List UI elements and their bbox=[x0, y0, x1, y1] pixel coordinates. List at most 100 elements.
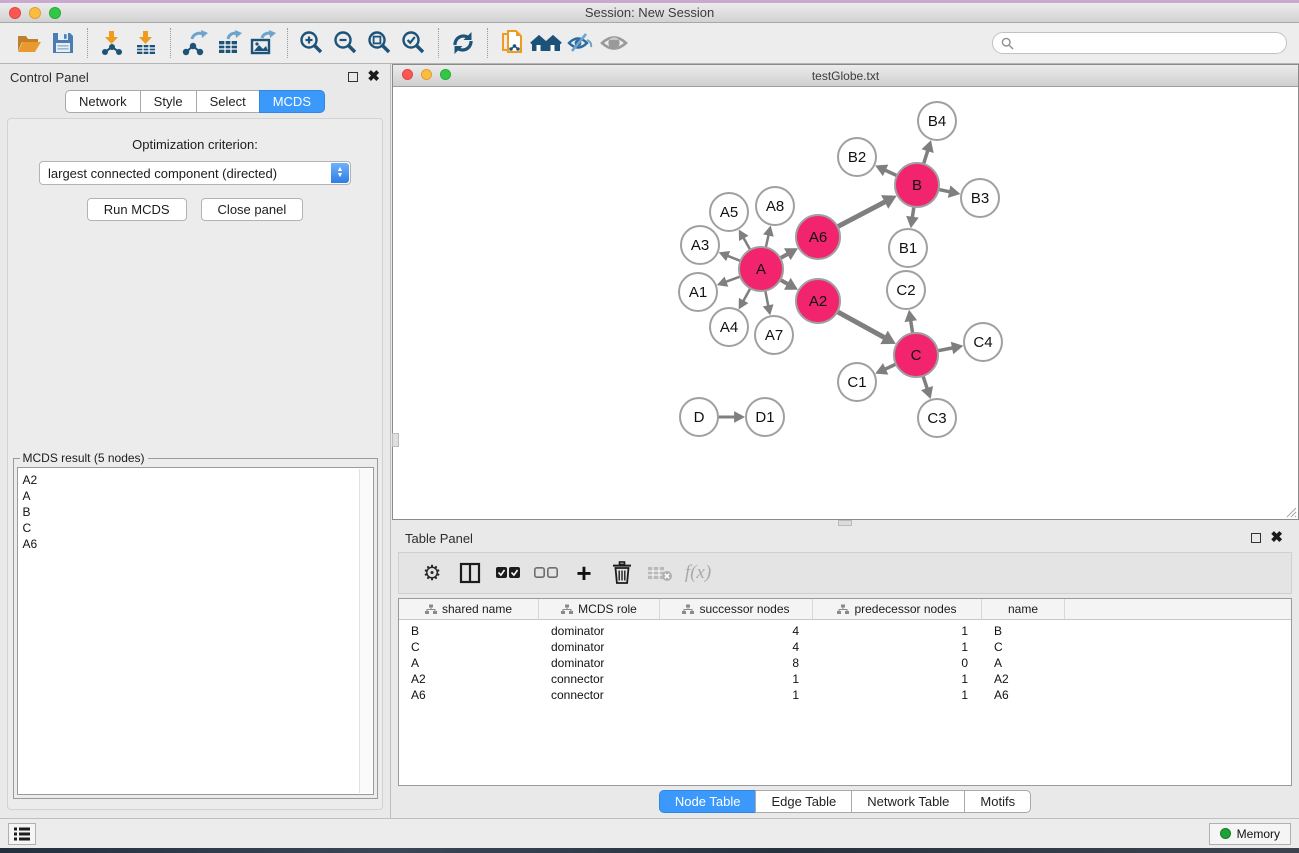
table-cell[interactable]: 1 bbox=[660, 687, 813, 703]
horizontal-splitter[interactable] bbox=[391, 520, 1299, 526]
table-cell[interactable]: connector bbox=[539, 687, 660, 703]
network-graph[interactable]: AA1A2A3A4A5A6A7A8BB1B2B3B4CC1C2C3C4DD1 bbox=[393, 87, 1286, 518]
network-canvas[interactable]: AA1A2A3A4A5A6A7A8BB1B2B3B4CC1C2C3C4DD1 bbox=[393, 87, 1298, 519]
column-header-name[interactable]: name bbox=[982, 599, 1065, 619]
result-item[interactable]: C bbox=[23, 520, 355, 536]
column-header-successor-nodes[interactable]: successor nodes bbox=[660, 599, 813, 619]
zoom-fit-button[interactable] bbox=[363, 27, 397, 59]
table-cell[interactable]: dominator bbox=[539, 655, 660, 671]
save-session-button[interactable] bbox=[46, 27, 80, 59]
delete-column-button[interactable] bbox=[603, 556, 641, 590]
import-network-button[interactable] bbox=[95, 27, 129, 59]
tab-style[interactable]: Style bbox=[140, 90, 197, 113]
table-cell[interactable]: 1 bbox=[813, 623, 982, 639]
table-cell[interactable]: B bbox=[982, 623, 1065, 639]
minimize-network-window-button[interactable] bbox=[421, 69, 432, 80]
home-view-button[interactable] bbox=[529, 27, 563, 59]
table-cell[interactable]: 8 bbox=[660, 655, 813, 671]
export-network-button[interactable] bbox=[178, 27, 212, 59]
table-cell[interactable]: 4 bbox=[660, 639, 813, 655]
result-item[interactable]: A6 bbox=[23, 536, 355, 552]
table-row[interactable]: A6connector11A6 bbox=[399, 687, 1291, 703]
table-cell[interactable]: 0 bbox=[813, 655, 982, 671]
table-cell[interactable]: B bbox=[399, 623, 539, 639]
table-cell[interactable]: dominator bbox=[539, 623, 660, 639]
close-panel-icon[interactable]: ✖ bbox=[367, 72, 380, 82]
table-cell[interactable]: A2 bbox=[399, 671, 539, 687]
table-cell[interactable]: 1 bbox=[813, 687, 982, 703]
memory-button[interactable]: Memory bbox=[1209, 823, 1291, 845]
result-item[interactable]: A2 bbox=[23, 472, 355, 488]
function-builder-button[interactable]: f(x) bbox=[679, 556, 717, 590]
vertical-splitter-handle[interactable] bbox=[392, 433, 399, 447]
tab-mcds[interactable]: MCDS bbox=[259, 90, 325, 113]
graph-edge-A2-C[interactable] bbox=[836, 311, 886, 339]
table-cell[interactable]: A bbox=[982, 655, 1065, 671]
table-cell[interactable]: 1 bbox=[813, 671, 982, 687]
import-table-button[interactable] bbox=[129, 27, 163, 59]
birds-eye-button[interactable] bbox=[597, 27, 631, 59]
maximize-network-window-button[interactable] bbox=[440, 69, 451, 80]
table-cell[interactable]: dominator bbox=[539, 639, 660, 655]
delete-table-button[interactable] bbox=[641, 556, 679, 590]
tab-network[interactable]: Network bbox=[65, 90, 141, 113]
create-column-button[interactable]: + bbox=[565, 556, 603, 590]
table-cell[interactable]: A6 bbox=[982, 687, 1065, 703]
float-panel-icon[interactable] bbox=[348, 72, 358, 82]
table-row[interactable]: Cdominator41C bbox=[399, 639, 1291, 655]
table-cell[interactable]: 4 bbox=[660, 623, 813, 639]
tab-network-table[interactable]: Network Table bbox=[851, 790, 965, 813]
table-row[interactable]: Adominator80A bbox=[399, 655, 1291, 671]
float-table-panel-icon[interactable] bbox=[1251, 533, 1261, 543]
zoom-in-button[interactable] bbox=[295, 27, 329, 59]
criterion-select[interactable]: largest connected component (directed) ▲… bbox=[39, 161, 351, 185]
export-table-button[interactable] bbox=[212, 27, 246, 59]
unselect-all-button[interactable] bbox=[527, 556, 565, 590]
result-item[interactable]: B bbox=[23, 504, 355, 520]
table-cell[interactable]: 1 bbox=[813, 639, 982, 655]
tab-select[interactable]: Select bbox=[196, 90, 260, 113]
select-stepper-icon[interactable]: ▲▼ bbox=[331, 163, 349, 183]
close-panel-button[interactable]: Close panel bbox=[201, 198, 304, 221]
result-list-scrollbar[interactable] bbox=[359, 469, 372, 793]
close-window-button[interactable] bbox=[9, 7, 21, 19]
open-session-button[interactable] bbox=[12, 27, 46, 59]
table-row[interactable]: A2connector11A2 bbox=[399, 671, 1291, 687]
result-item[interactable]: A bbox=[23, 488, 355, 504]
graph-edge-A6-B[interactable] bbox=[836, 201, 887, 228]
close-network-window-button[interactable] bbox=[402, 69, 413, 80]
tab-edge-table[interactable]: Edge Table bbox=[755, 790, 852, 813]
close-table-panel-icon[interactable]: ✖ bbox=[1270, 533, 1283, 543]
table-cell[interactable]: A6 bbox=[399, 687, 539, 703]
horizontal-splitter-handle[interactable] bbox=[838, 520, 852, 526]
task-history-button[interactable] bbox=[8, 823, 36, 845]
tab-node-table[interactable]: Node Table bbox=[659, 790, 757, 813]
minimize-window-button[interactable] bbox=[29, 7, 41, 19]
maximize-window-button[interactable] bbox=[49, 7, 61, 19]
select-all-button[interactable] bbox=[489, 556, 527, 590]
run-mcds-button[interactable]: Run MCDS bbox=[87, 198, 187, 221]
zoom-selected-button[interactable] bbox=[397, 27, 431, 59]
table-cell[interactable]: A bbox=[399, 655, 539, 671]
export-image-button[interactable] bbox=[246, 27, 280, 59]
copy-network-button[interactable] bbox=[495, 27, 529, 59]
resize-grip-icon[interactable] bbox=[1284, 505, 1297, 518]
refresh-view-button[interactable] bbox=[446, 27, 480, 59]
tab-motifs[interactable]: Motifs bbox=[964, 790, 1031, 813]
column-header-shared-name[interactable]: shared name bbox=[399, 599, 539, 619]
table-cell[interactable]: 1 bbox=[660, 671, 813, 687]
column-header-mcds-role[interactable]: MCDS role bbox=[539, 599, 660, 619]
table-cell[interactable]: connector bbox=[539, 671, 660, 687]
hide-details-button[interactable] bbox=[563, 27, 597, 59]
table-cell[interactable]: C bbox=[399, 639, 539, 655]
zoom-out-button[interactable] bbox=[329, 27, 363, 59]
search-field[interactable] bbox=[992, 32, 1287, 54]
show-columns-button[interactable] bbox=[451, 556, 489, 590]
column-header-predecessor-nodes[interactable]: predecessor nodes bbox=[813, 599, 982, 619]
mcds-result-list[interactable]: A2ABCA6 bbox=[17, 467, 374, 795]
table-cell[interactable]: A2 bbox=[982, 671, 1065, 687]
table-settings-button[interactable]: ⚙ bbox=[413, 556, 451, 590]
search-input[interactable] bbox=[1019, 36, 1278, 50]
table-row[interactable]: Bdominator41B bbox=[399, 623, 1291, 639]
table-cell[interactable]: C bbox=[982, 639, 1065, 655]
